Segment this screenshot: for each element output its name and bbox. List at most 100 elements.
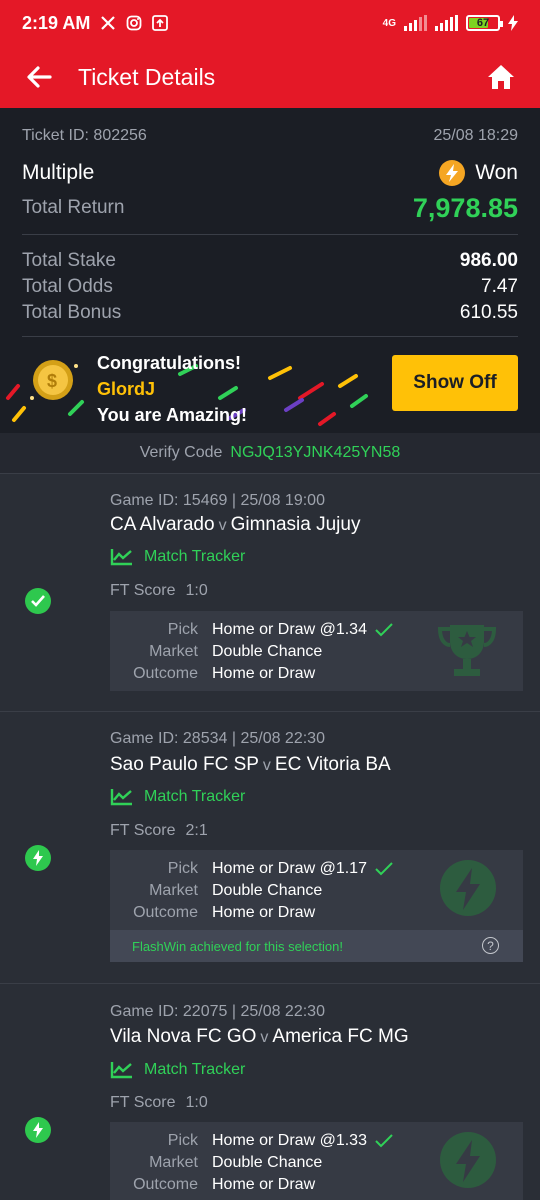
stat-value: 986.00 bbox=[459, 250, 518, 271]
pick-label: Pick bbox=[167, 621, 198, 638]
pick-value: Home or Draw @1.33 bbox=[212, 1132, 367, 1149]
outcome-value: Home or Draw bbox=[212, 904, 316, 921]
stat-value: 7.47 bbox=[481, 276, 518, 297]
signal-icon bbox=[404, 15, 427, 31]
selection-card: Game ID: 22075 | 25/08 22:30 Vila Nova F… bbox=[0, 983, 540, 1200]
market-value: Double Chance bbox=[212, 1154, 323, 1171]
match-tracker-label: Match Tracker bbox=[144, 788, 246, 805]
outcome-label: Outcome bbox=[133, 1176, 198, 1193]
upload-app-icon bbox=[152, 15, 169, 31]
ft-score-value: 1:0 bbox=[185, 1094, 208, 1111]
selection-card: Game ID: 15469 | 25/08 19:00 CA Alvarado… bbox=[0, 473, 540, 711]
market-label: Market bbox=[149, 1154, 198, 1171]
ticket-datetime: 25/08 18:29 bbox=[433, 127, 518, 144]
stat-label: Total Stake bbox=[22, 250, 116, 271]
help-icon[interactable]: ? bbox=[482, 937, 499, 954]
signal-2-icon bbox=[435, 15, 458, 31]
notification-icons bbox=[100, 15, 169, 31]
check-mark-icon bbox=[375, 623, 393, 637]
page-title: Ticket Details bbox=[78, 63, 216, 90]
ft-score: FT Score 2:1 bbox=[110, 822, 208, 840]
versus-label: v bbox=[218, 517, 227, 534]
outcome-label: Outcome bbox=[133, 665, 198, 682]
verify-code[interactable]: NGJQ13YJNK425YN58 bbox=[230, 444, 400, 462]
congrats-banner: $ Congratulations! GlordJ You are Amazin… bbox=[0, 338, 540, 433]
flashwin-text: FlashWin achieved for this selection! bbox=[132, 938, 343, 954]
pick-value: Home or Draw @1.17 bbox=[212, 860, 367, 877]
congrats-username: GlordJ bbox=[97, 379, 156, 399]
home-team: Sao Paulo FC SP bbox=[110, 754, 259, 775]
match-tracker-link[interactable]: Match Tracker bbox=[110, 548, 245, 566]
congrats-title: Congratulations! bbox=[97, 353, 241, 373]
selection-card: Game ID: 28534 | 25/08 22:30 Sao Paulo F… bbox=[0, 711, 540, 983]
match-tracker-label: Match Tracker bbox=[144, 548, 246, 565]
match-tracker-link[interactable]: Match Tracker bbox=[110, 1061, 245, 1079]
app-bar: Ticket Details bbox=[0, 46, 540, 108]
chart-line-icon bbox=[110, 789, 132, 806]
pick-details: Pick Home or Draw @1.34 Market Double Ch… bbox=[110, 611, 523, 691]
network-type: 4G bbox=[382, 17, 396, 29]
result-label: Won bbox=[475, 161, 518, 184]
away-team: EC Vitoria BA bbox=[274, 754, 391, 775]
home-team: CA Alvarado bbox=[110, 514, 215, 535]
stat-label: Total Bonus bbox=[22, 302, 122, 323]
game-meta: Game ID: 22075 | 25/08 22:30 bbox=[110, 1003, 325, 1020]
home-icon bbox=[488, 65, 514, 89]
x-twitter-icon bbox=[101, 16, 116, 30]
check-mark-icon bbox=[375, 1134, 393, 1148]
status-bar: 2:19 AM 4G 67 bbox=[0, 0, 540, 46]
home-team: Vila Nova FC GO bbox=[110, 1026, 257, 1047]
chart-line-icon bbox=[110, 549, 132, 566]
match-tracker-link[interactable]: Match Tracker bbox=[110, 788, 245, 806]
ft-score-label: FT Score bbox=[110, 582, 176, 599]
outcome-value: Home or Draw bbox=[212, 665, 316, 682]
game-teams: CA Alvarado v Gimnasia Jujuy bbox=[110, 514, 360, 536]
ft-score-label: FT Score bbox=[110, 822, 176, 839]
back-button[interactable] bbox=[0, 46, 78, 108]
check-icon bbox=[25, 588, 51, 614]
ticket-type: Multiple bbox=[22, 161, 95, 184]
market-value: Double Chance bbox=[212, 882, 323, 899]
battery-icon: 67 bbox=[466, 15, 503, 31]
pick-label: Pick bbox=[167, 860, 198, 877]
pick-details: Pick Home or Draw @1.33 Market Double Ch… bbox=[110, 1122, 523, 1200]
away-team: America FC MG bbox=[272, 1026, 409, 1047]
show-off-button[interactable]: Show Off bbox=[392, 355, 518, 411]
market-value: Double Chance bbox=[212, 643, 323, 660]
versus-label: v bbox=[260, 1029, 269, 1046]
outcome-value: Home or Draw bbox=[212, 1176, 316, 1193]
game-meta: Game ID: 28534 | 25/08 22:30 bbox=[110, 730, 325, 747]
ft-score-label: FT Score bbox=[110, 1094, 176, 1111]
arrow-left-icon bbox=[27, 66, 52, 88]
stat-value: 610.55 bbox=[459, 302, 518, 323]
pick-value: Home or Draw @1.34 bbox=[212, 621, 367, 638]
pick-details: Pick Home or Draw @1.17 Market Double Ch… bbox=[110, 850, 523, 962]
charging-icon bbox=[508, 15, 518, 31]
flash-win-icon bbox=[439, 160, 466, 186]
verify-code-bar: Verify Code NGJQ13YJNK425YN58 bbox=[0, 433, 540, 473]
game-meta: Game ID: 15469 | 25/08 19:00 bbox=[110, 492, 325, 509]
chart-line-icon bbox=[110, 1062, 132, 1079]
flash-icon bbox=[25, 845, 51, 871]
congrats-message: You are Amazing! bbox=[97, 405, 248, 425]
market-label: Market bbox=[149, 882, 198, 899]
instagram-icon bbox=[126, 15, 142, 31]
versus-label: v bbox=[262, 757, 271, 774]
pick-label: Pick bbox=[167, 1132, 198, 1149]
check-mark-icon bbox=[375, 862, 393, 876]
total-return-label: Total Return bbox=[22, 197, 125, 218]
ft-score: FT Score 1:0 bbox=[110, 1094, 208, 1112]
stat-label: Total Odds bbox=[22, 276, 113, 297]
ticket-result: Won bbox=[439, 160, 518, 186]
home-button[interactable] bbox=[462, 46, 540, 108]
ft-score-value: 1:0 bbox=[185, 582, 208, 599]
total-return-value: 7,978.85 bbox=[412, 192, 518, 223]
status-time: 2:19 AM bbox=[22, 12, 91, 33]
svg-text:$: $ bbox=[47, 371, 57, 391]
divider bbox=[22, 336, 518, 337]
game-teams: Sao Paulo FC SP v EC Vitoria BA bbox=[110, 754, 391, 776]
ticket-id: Ticket ID: 802256 bbox=[22, 127, 147, 144]
verify-label: Verify Code bbox=[139, 444, 223, 461]
match-tracker-label: Match Tracker bbox=[144, 1061, 246, 1078]
away-team: Gimnasia Jujuy bbox=[230, 514, 361, 535]
